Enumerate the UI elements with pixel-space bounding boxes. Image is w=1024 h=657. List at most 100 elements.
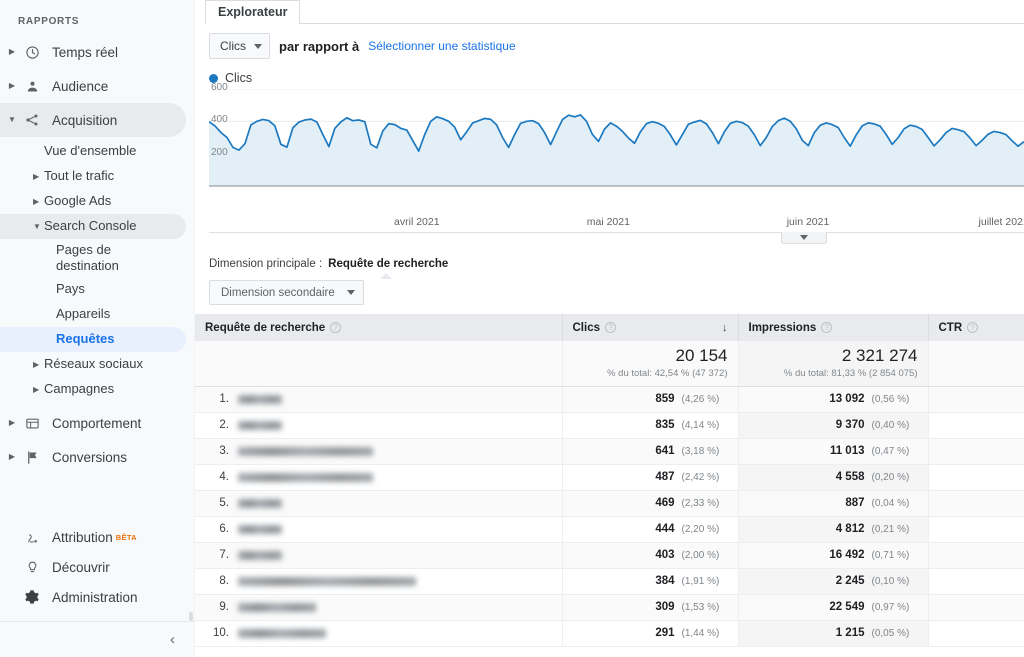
query-cell[interactable]: 8. [195,568,563,595]
column-header-clics[interactable]: Clics ? ↓ [562,314,739,341]
query-cell[interactable]: 1. [195,386,563,413]
x-axis-tick-label: juin 2021 [786,216,830,228]
table-row[interactable]: 3. 641 (3,18 %) 11 013 (0,47 %) [195,438,1024,465]
query-cell[interactable]: 9. [195,594,563,621]
queries-table: Requête de recherche ? Clics ? ↓ Impress… [195,314,1024,647]
ctr-cell [928,464,1024,491]
chevron-right-icon: ▶ [8,47,16,56]
totals-impressions-subtext: % du total: 81,33 % (2 854 075) [783,368,918,380]
query-cell[interactable]: 7. [195,542,563,569]
table-row[interactable]: 1. 859 (4,26 %) 13 092 (0,56 %) [195,386,1024,413]
clics-cell: 403 (2,00 %) [562,542,739,569]
table-row[interactable]: 8. 384 (1,91 %) 2 245 (0,10 %) [195,568,1024,595]
table-row[interactable]: 6. 444 (2,20 %) 4 812 (0,21 %) [195,516,1024,543]
query-cell[interactable]: 5. [195,490,563,517]
chevron-left-icon[interactable]: ‹ [170,631,175,648]
sidebar-item-decouvrir[interactable]: Découvrir [0,552,187,582]
sidebar-item-reseaux-sociaux[interactable]: ▶ Réseaux sociaux [0,352,186,377]
sidebar-item-attribution[interactable]: Attribution BÊTA [0,522,187,552]
impressions-percent: (0,40 %) [871,419,910,431]
sidebar-item-administration[interactable]: Administration [0,582,187,612]
sidebar-item-label: Acquisition [52,112,118,128]
help-icon[interactable]: ? [821,322,833,333]
impressions-percent: (0,10 %) [871,575,910,587]
chevron-right-icon: ▶ [33,359,40,369]
ctr-cell [928,594,1024,621]
sidebar-item-google-ads[interactable]: ▶ Google Ads [0,189,186,214]
totals-clics-value: 20 154 [675,346,728,366]
sidebar-item-audience[interactable]: ▶ Audience [0,69,186,103]
sidebar-item-pays[interactable]: Pays [0,277,186,302]
sidebar-scrollbar[interactable] [189,612,193,621]
sidebar-subitem-label: Tout le trafic [44,168,115,184]
clics-percent: (1,53 %) [681,601,720,613]
y-axis-tick: 600 [211,82,228,93]
table-row[interactable]: 7. 403 (2,00 %) 16 492 (0,71 %) [195,542,1024,569]
sidebar-item-pages-de-destination[interactable]: Pages de destination [0,239,186,277]
query-cell[interactable]: 3. [195,438,563,465]
sidebar-item-conversions[interactable]: ▶ Conversions [0,440,186,474]
row-rank: 6. [219,523,229,535]
sidebar-item-temps-reel[interactable]: ▶ Temps réel [0,35,186,69]
ctr-cell [928,412,1024,439]
table-row[interactable]: 5. 469 (2,33 %) 887 (0,04 %) [195,490,1024,517]
clock-icon [20,45,44,60]
primary-dimension-value[interactable]: Requête de recherche [328,258,448,270]
impressions-value: 887 [845,497,865,509]
query-cell[interactable]: 10. [195,620,563,647]
help-icon[interactable]: ? [605,322,616,333]
secondary-dimension-dropdown[interactable]: Dimension secondaire [209,280,364,305]
bulb-icon [20,560,44,575]
select-metric-link[interactable]: Sélectionner une statistique [368,39,515,53]
help-icon[interactable]: ? [330,322,342,333]
row-rank: 1. [219,393,229,405]
table-row[interactable]: 4. 487 (2,42 %) 4 558 (0,20 %) [195,464,1024,491]
clics-percent: (3,18 %) [681,445,720,457]
sidebar-item-appareils[interactable]: Appareils [0,302,186,327]
sidebar-item-vue-densemble[interactable]: Vue d'ensemble [0,139,186,164]
chevron-down-icon [346,290,355,295]
query-text-redacted [238,394,282,404]
chevron-down-icon: ▼ [8,115,16,124]
column-header-ctr[interactable]: CTR ? [928,314,1024,341]
chevron-right-icon: ▶ [33,196,40,206]
query-cell[interactable]: 2. [195,412,563,439]
table-row[interactable]: 9. 309 (1,53 %) 22 549 (0,97 %) [195,594,1024,621]
column-header-label: Impressions [748,321,817,334]
sidebar-item-label: Conversions [52,449,128,465]
tab-underline [205,23,1024,24]
tab-bar: Explorateur [205,0,1024,24]
table-row[interactable]: 10. 291 (1,44 %) 1 215 (0,05 %) [195,620,1024,647]
query-cell[interactable]: 4. [195,464,563,491]
impressions-percent: (0,56 %) [871,393,910,405]
sidebar-item-acquisition[interactable]: ▼ Acquisition [0,103,186,137]
tab-explorateur[interactable]: Explorateur [205,0,301,24]
sidebar-item-tout-le-trafic[interactable]: ▶ Tout le trafic [0,164,186,189]
impressions-cell: 2 245 (0,10 %) [738,568,929,595]
clicks-timeseries-chart[interactable]: 600 400 200 [209,82,1024,214]
ctr-cell [928,568,1024,595]
table-row[interactable]: 2. 835 (4,14 %) 9 370 (0,40 %) [195,412,1024,439]
sidebar-item-comportement[interactable]: ▶ Comportement [0,406,186,440]
metric-dropdown[interactable]: Clics [209,33,270,59]
sidebar-section-label: RAPPORTS [18,16,80,27]
column-header-requete[interactable]: Requête de recherche ? [195,314,563,341]
clics-cell: 469 (2,33 %) [562,490,739,517]
impressions-cell: 1 215 (0,05 %) [738,620,929,647]
totals-clics-subtext: % du total: 42,54 % (47 372) [607,368,728,380]
sidebar-item-requetes[interactable]: Requêtes [0,327,186,352]
chart-collapse-handle[interactable] [781,232,827,244]
chevron-down-icon [800,235,808,240]
row-rank: 5. [219,497,229,509]
attribution-icon [20,530,44,545]
compare-label: par rapport à [279,38,360,54]
legend-label: Clics [225,71,253,85]
clics-value: 309 [655,601,675,613]
query-cell[interactable]: 6. [195,516,563,543]
column-header-impressions[interactable]: Impressions ? [738,314,929,341]
column-header-label: Clics [572,321,601,334]
sidebar-item-search-console[interactable]: ▼ Search Console [0,214,186,239]
impressions-percent: (0,21 %) [871,523,910,535]
sidebar-item-campagnes[interactable]: ▶ Campagnes [0,377,186,402]
help-icon[interactable]: ? [967,322,979,333]
